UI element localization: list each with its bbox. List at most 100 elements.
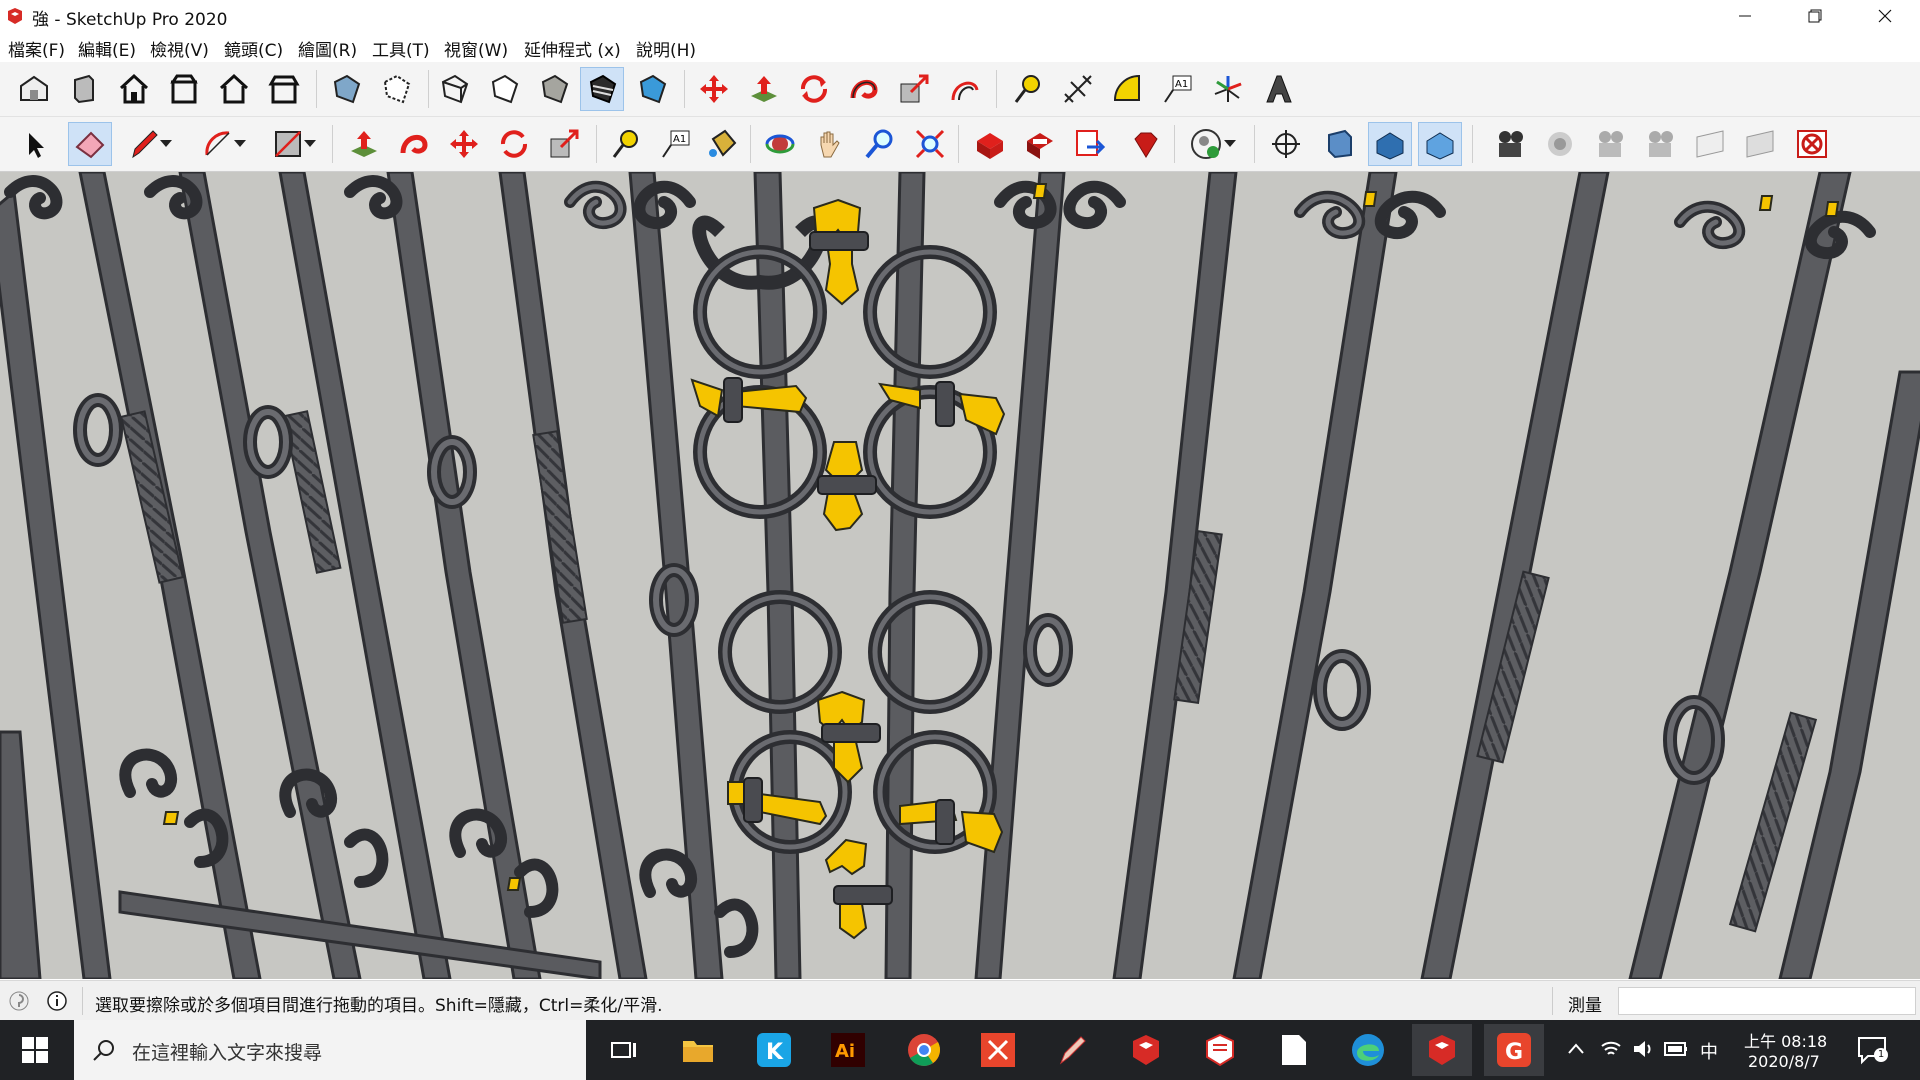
ime-indicator[interactable]: 中 [1700, 1038, 1718, 1064]
wifi-icon[interactable] [1600, 1038, 1622, 1060]
close-button[interactable] [1850, 0, 1920, 32]
dimension-icon[interactable] [1056, 67, 1100, 111]
start-button[interactable] [0, 1020, 70, 1080]
restore-button[interactable] [1780, 0, 1850, 32]
toolbar-top: A1 [0, 62, 1920, 117]
xray-icon[interactable] [324, 67, 368, 111]
clock-time[interactable]: 上午 08:18 [1744, 1028, 1827, 1052]
pencil-dropdown[interactable] [156, 122, 176, 166]
status-message: 選取要擦除或於多個項目間進行拖動的項目。Shift=隱藏，Ctrl=柔化/平滑. [95, 996, 663, 1016]
g-app-icon[interactable]: G [1484, 1024, 1544, 1076]
shaded-icon[interactable] [532, 67, 576, 111]
offset-icon[interactable] [942, 67, 986, 111]
gate-model [0, 172, 1920, 979]
move-icon[interactable] [692, 67, 736, 111]
pen-app-icon[interactable] [1044, 1028, 1100, 1072]
back-edges-icon[interactable] [374, 67, 418, 111]
sketchup-active-icon[interactable] [1412, 1024, 1472, 1076]
task-view-icon[interactable] [596, 1028, 652, 1072]
rectangle-dropdown[interactable] [300, 122, 320, 166]
menu-draw[interactable]: 繪圖(R) [298, 36, 357, 61]
extension-warehouse-icon[interactable] [1018, 122, 1062, 166]
walk-icon[interactable] [1738, 122, 1782, 166]
layout-icon[interactable] [1192, 1028, 1248, 1072]
hide-cameras-icon[interactable] [1688, 122, 1732, 166]
push-pull-icon[interactable] [342, 122, 386, 166]
display-section-icon[interactable] [1368, 122, 1412, 166]
back-view-icon[interactable] [212, 67, 256, 111]
camera-icon[interactable] [1488, 122, 1532, 166]
section-plane-icon[interactable] [1318, 122, 1362, 166]
arc-dropdown[interactable] [230, 122, 250, 166]
3d-warehouse-icon[interactable] [968, 122, 1012, 166]
push-pull-icon[interactable] [742, 67, 786, 111]
chevron-up-icon[interactable] [1568, 1042, 1584, 1056]
menu-extensions[interactable]: 延伸程式 (x) [524, 36, 621, 61]
wireframe-icon[interactable] [432, 67, 476, 111]
left-view-icon[interactable] [262, 67, 306, 111]
model-viewport[interactable] [0, 172, 1920, 979]
chrome-icon[interactable] [896, 1028, 952, 1072]
tape-measure-icon[interactable] [1006, 67, 1050, 111]
move-icon[interactable] [442, 122, 486, 166]
menu-window[interactable]: 視窗(W) [444, 36, 508, 61]
follow-me-icon[interactable] [392, 122, 436, 166]
menu-edit[interactable]: 編輯(E) [78, 36, 136, 61]
menu-view[interactable]: 檢視(V) [150, 36, 209, 61]
file-icon[interactable] [1266, 1028, 1322, 1072]
advanced-camera-icon[interactable] [1588, 122, 1632, 166]
scale-icon[interactable] [892, 67, 936, 111]
volume-icon[interactable] [1632, 1038, 1654, 1060]
rotate-icon[interactable] [492, 122, 536, 166]
scale-icon[interactable] [542, 122, 586, 166]
text-icon[interactable]: A1 [1156, 67, 1200, 111]
minimize-button[interactable] [1710, 0, 1780, 32]
top-view-icon[interactable] [62, 67, 106, 111]
layout-icon[interactable] [1068, 122, 1112, 166]
select-icon[interactable] [12, 122, 56, 166]
shaded-texture-icon[interactable] [580, 67, 624, 111]
text-icon[interactable]: A1 [654, 122, 698, 166]
info-icon[interactable] [46, 990, 68, 1012]
orbit-icon[interactable] [758, 122, 802, 166]
illustrator-icon[interactable]: Ai [820, 1028, 876, 1072]
profile-dropdown[interactable] [1220, 122, 1240, 166]
menu-file[interactable]: 檔案(F) [8, 36, 65, 61]
tape-measure-icon[interactable] [604, 122, 648, 166]
clock-date[interactable]: 2020/8/7 [1748, 1052, 1820, 1071]
battery-icon[interactable] [1664, 1040, 1688, 1058]
menu-tools[interactable]: 工具(T) [372, 36, 430, 61]
protractor-icon[interactable] [1106, 67, 1150, 111]
file-explorer-icon[interactable] [670, 1028, 726, 1072]
monochrome-icon[interactable] [630, 67, 674, 111]
camera-frustum-icon[interactable] [1638, 122, 1682, 166]
rotate-icon[interactable] [792, 67, 836, 111]
geo-location-icon[interactable] [8, 990, 30, 1012]
x-app-icon[interactable] [970, 1028, 1026, 1072]
right-view-icon[interactable] [162, 67, 206, 111]
sketchup-icon[interactable] [1118, 1028, 1174, 1072]
section-fill-icon[interactable] [1418, 122, 1462, 166]
eraser-icon[interactable] [68, 122, 112, 166]
pan-icon[interactable] [808, 122, 852, 166]
front-view-icon[interactable] [112, 67, 156, 111]
notification-center[interactable]: 1 [1856, 1034, 1888, 1066]
paint-bucket-icon[interactable] [700, 122, 744, 166]
zoom-icon[interactable] [858, 122, 902, 166]
taskbar-search[interactable]: 在這裡輸入文字來搜尋 [74, 1020, 586, 1080]
look-around-icon[interactable] [1538, 122, 1582, 166]
measurements-field[interactable] [1618, 987, 1916, 1015]
zoom-extents-icon[interactable] [908, 122, 952, 166]
3d-text-icon[interactable] [1256, 67, 1300, 111]
k-app-icon[interactable]: K [746, 1028, 802, 1072]
edge-icon[interactable] [1340, 1028, 1396, 1072]
menu-help[interactable]: 說明(H) [636, 36, 696, 61]
position-camera-icon[interactable] [1264, 122, 1308, 166]
ruby-icon[interactable] [1124, 122, 1168, 166]
delete-camera-icon[interactable] [1790, 122, 1834, 166]
axes-icon[interactable] [1206, 67, 1250, 111]
follow-me-icon[interactable] [842, 67, 886, 111]
iso-view-icon[interactable] [12, 67, 56, 111]
menu-camera[interactable]: 鏡頭(C) [224, 36, 283, 61]
hidden-line-icon[interactable] [482, 67, 526, 111]
